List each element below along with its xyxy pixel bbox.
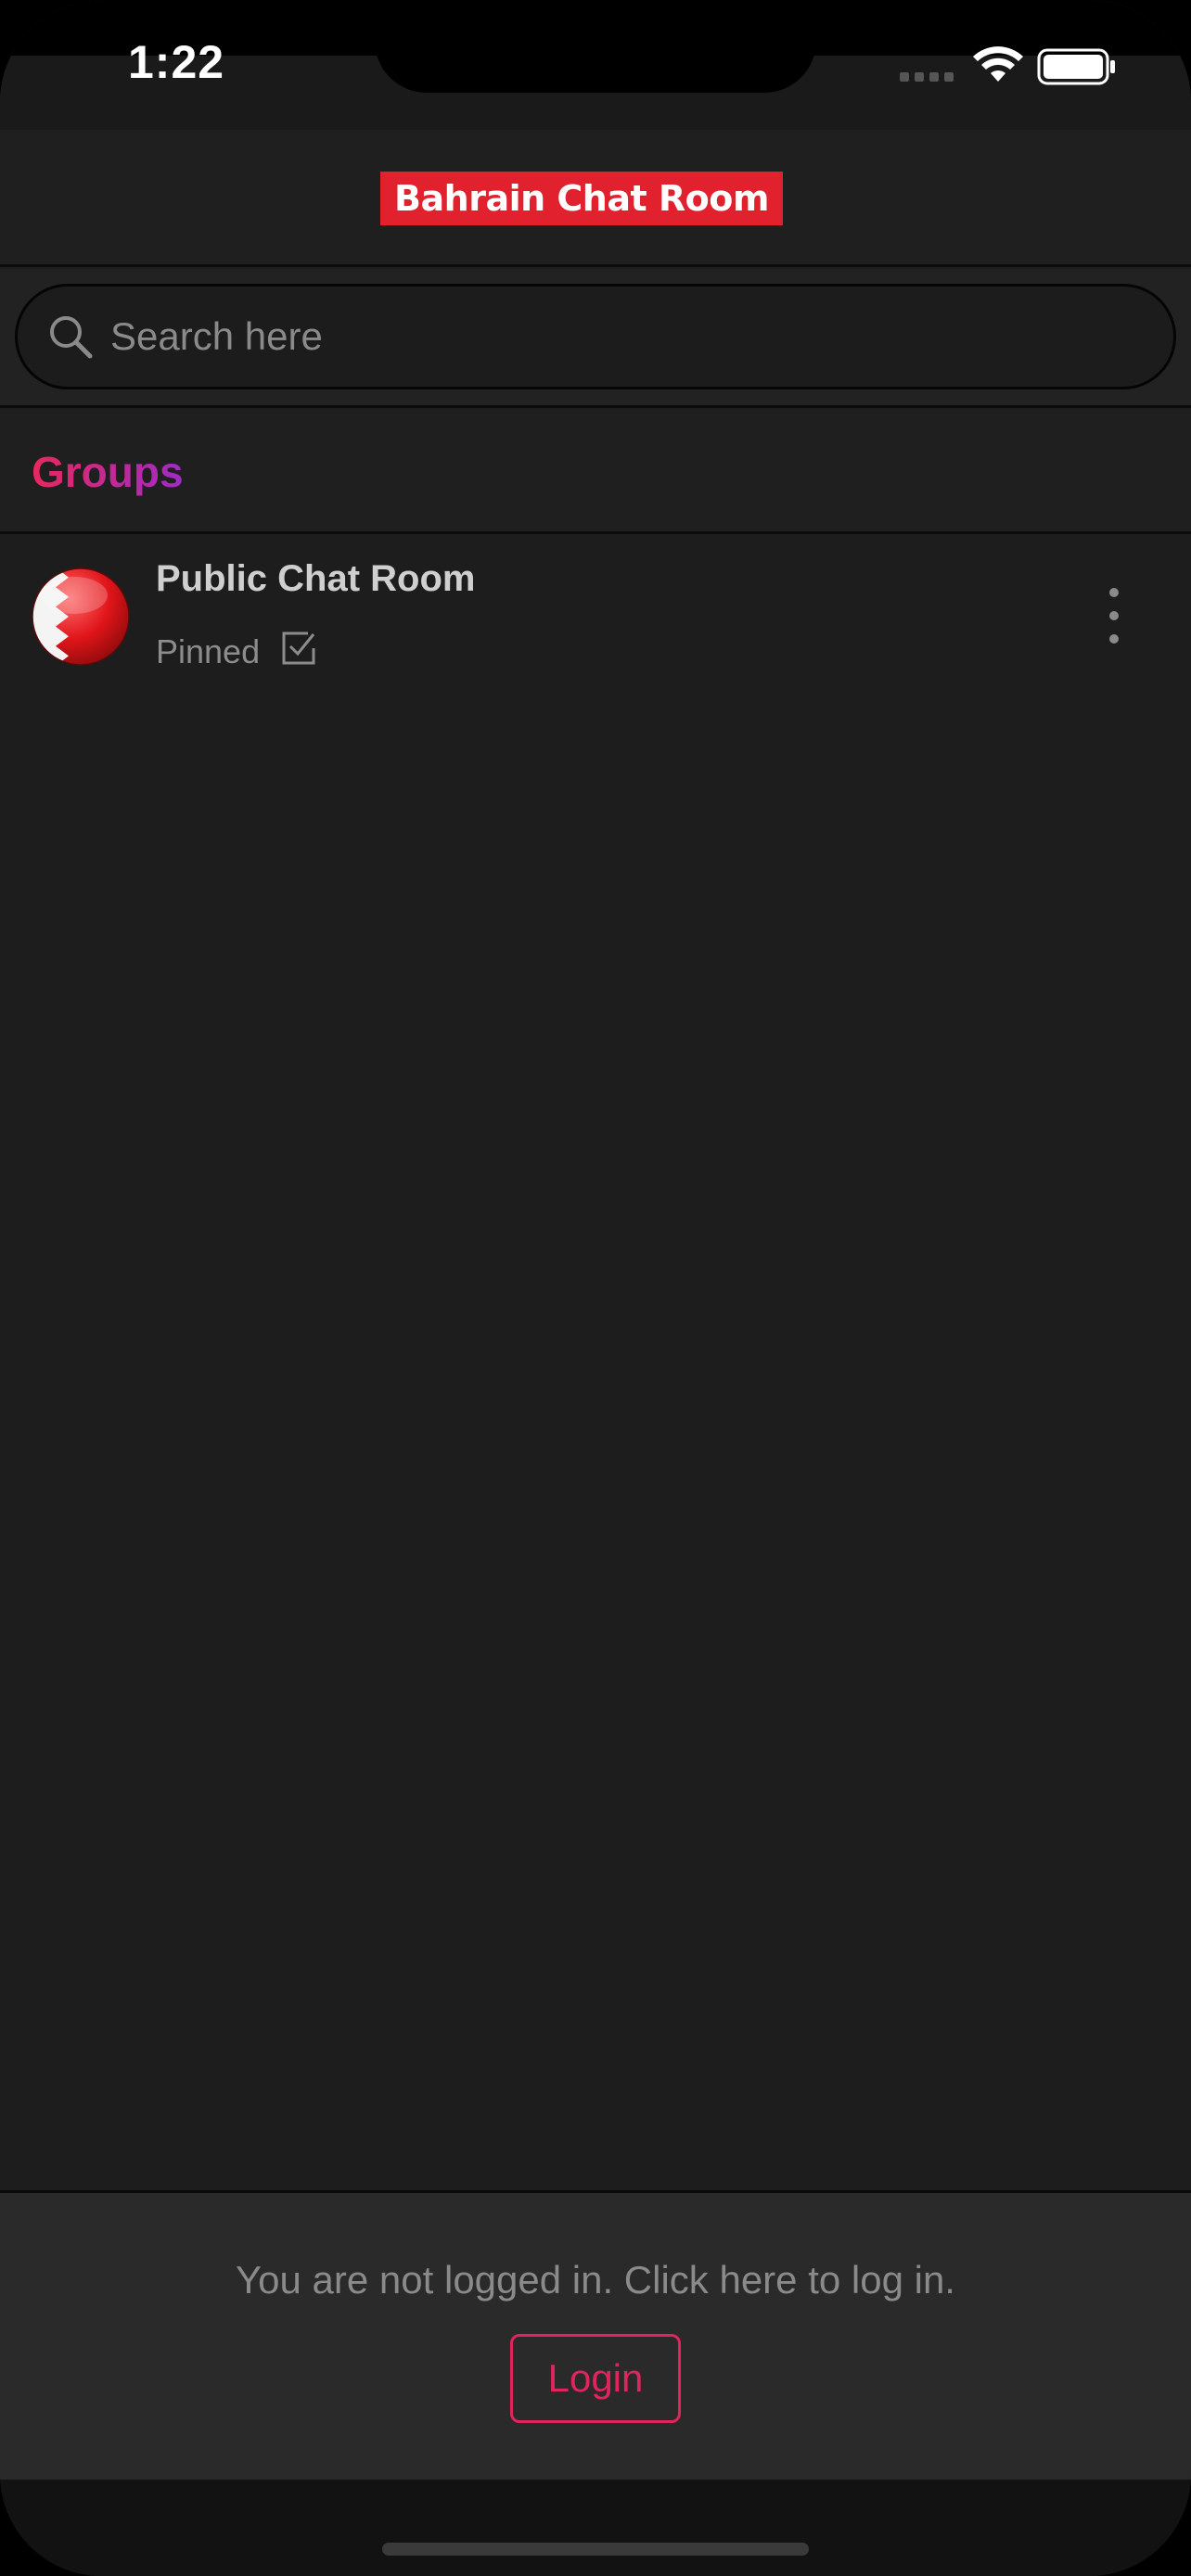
list-item-public-chat-room[interactable]: Public Chat Room Pinned bbox=[0, 536, 1191, 694]
more-options-icon[interactable] bbox=[1100, 588, 1128, 644]
search-input[interactable] bbox=[110, 314, 1131, 359]
app-title-logo: Bahrain Chat Room bbox=[380, 172, 783, 225]
battery-icon bbox=[1037, 48, 1115, 85]
bottom-safe-area bbox=[0, 2480, 1191, 2576]
login-button[interactable]: Login bbox=[510, 2334, 681, 2423]
bahrain-flag-icon bbox=[32, 567, 130, 666]
list-item-subtitle: Pinned bbox=[156, 631, 317, 671]
search-bar bbox=[0, 269, 1191, 408]
cellular-signal-icon bbox=[900, 72, 954, 82]
login-footer: You are not logged in. Click here to log… bbox=[0, 2190, 1191, 2480]
list-item-title: Public Chat Room bbox=[156, 558, 476, 599]
wifi-icon bbox=[973, 46, 1023, 82]
checkbox-checked-icon bbox=[282, 631, 315, 665]
pinned-label: Pinned bbox=[156, 632, 261, 670]
status-time: 1:22 bbox=[128, 36, 225, 88]
status-bar: 1:22 bbox=[0, 0, 1191, 130]
search-icon bbox=[50, 316, 93, 359]
notch bbox=[375, 0, 816, 93]
groups-heading: Groups bbox=[32, 448, 184, 496]
login-prompt-text[interactable]: You are not logged in. Click here to log… bbox=[0, 2258, 1191, 2302]
groups-section-header: Groups bbox=[0, 410, 1191, 534]
home-indicator[interactable] bbox=[382, 2543, 809, 2556]
app-header: Bahrain Chat Room bbox=[0, 130, 1191, 267]
search-box[interactable] bbox=[15, 284, 1176, 389]
app-screen: 1:22 Bahrain Chat Room Groups bbox=[0, 0, 1191, 2576]
